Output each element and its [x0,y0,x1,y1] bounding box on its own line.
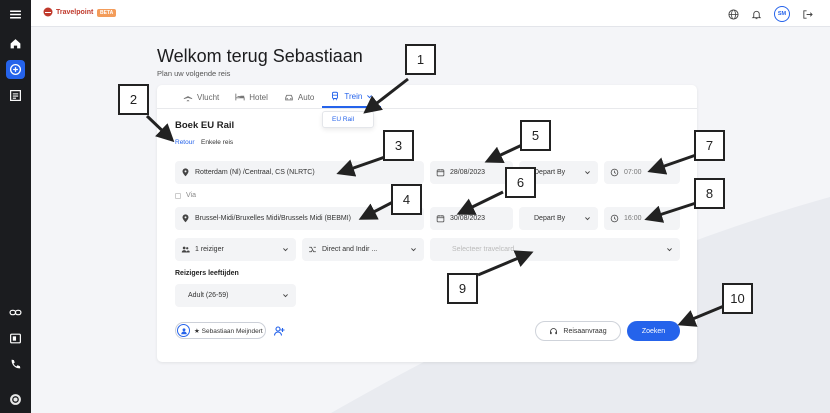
destination-station-input[interactable]: Brussel-Midi/Bruxelles Midi/Brussels Mid… [175,207,424,230]
tab-auto[interactable]: Auto [276,86,322,108]
menu-icon[interactable] [6,5,25,24]
people-icon [181,246,190,253]
clock-icon [610,214,619,223]
train-icon [332,91,339,101]
logo-mark-icon [43,7,53,17]
depart-date-input[interactable]: 28/08/2023 [430,161,513,184]
headset-icon [550,327,558,334]
callout-5: 5 [520,120,551,151]
logout-icon[interactable] [800,7,814,21]
contact-card-icon[interactable] [6,329,25,348]
return-date-value: 30/08/2023 [450,215,486,222]
depart-mode-value: Depart By [534,169,566,176]
return-mode-select[interactable]: Depart By [519,207,598,230]
tab-vlucht[interactable]: Vlucht [175,86,227,108]
travelpoint-logo[interactable]: Travelpoint [43,7,93,17]
brand-icon[interactable] [6,390,25,409]
travellers-value: 1 reiziger [195,246,224,253]
left-sidebar [0,0,31,413]
user-avatar[interactable]: SM [774,6,790,22]
travel-card-placeholder: Selecteer travelcard [452,246,515,253]
top-bar: Travelpoint BETA SM [31,0,830,27]
phone-icon[interactable] [6,355,25,374]
user-icon [177,324,190,337]
traveller-name: ★ Sebastiaan Meijndert [194,327,263,335]
travel-request-button[interactable]: Reisaanvraag [535,321,621,341]
globe-icon[interactable] [726,7,740,21]
chevron-down-icon [411,248,416,252]
calendar-icon [436,215,445,223]
page-subtitle: Plan uw volgende reis [157,69,231,78]
callout-9: 9 [447,273,478,304]
route-type-select[interactable]: Direct and Indir ... [302,238,424,261]
callout-10: 10 [722,283,753,314]
callout-3: 3 [383,130,414,161]
tab-divider [157,108,697,109]
tab-trein[interactable]: Trein [322,86,382,108]
route-type-value: Direct and Indir ... [322,246,378,253]
callout-4: 4 [391,184,422,215]
dropdown-item-eu-rail[interactable]: EU Rail [332,116,354,123]
depart-time-input[interactable]: 07:00 [604,161,680,184]
section-title: Boek EU Rail [175,120,235,131]
location-pin-icon [182,214,189,223]
via-checkbox[interactable] [175,193,181,199]
link-icon[interactable] [6,303,25,322]
calendar-icon [436,169,445,177]
origin-station-input[interactable]: Rotterdam (Nl) /Centraal, CS (NLRTC) [175,161,424,184]
bell-icon[interactable] [749,7,763,21]
search-button[interactable]: Zoeken [627,321,680,341]
callout-7: 7 [694,130,725,161]
traveller-ages-label: Reizigers leeftijden [175,270,239,277]
return-mode-value: Depart By [534,215,566,222]
callout-1: 1 [405,44,436,75]
age-select[interactable]: Adult (26-59) [175,284,296,307]
trip-type-retour[interactable]: Retour [175,139,195,146]
plane-icon [183,92,193,102]
car-icon [285,94,293,101]
tab-label: Trein [344,91,363,101]
chevron-down-icon[interactable] [366,93,373,100]
beta-badge: BETA [97,9,117,17]
chevron-down-icon [585,217,590,221]
return-time-value: 16:00 [624,215,642,222]
travellers-select[interactable]: 1 reiziger [175,238,296,261]
home-icon[interactable] [6,34,25,53]
hotel-icon [235,93,245,101]
route-split-icon [309,246,316,253]
transport-tabs: Vlucht Hotel Auto Trein [175,86,382,108]
return-date-input[interactable]: 30/08/2023 [430,207,513,230]
via-label: Via [186,192,196,199]
trip-type-enkele[interactable]: Enkele reis [201,139,233,146]
origin-station-value: Rotterdam (Nl) /Centraal, CS (NLRTC) [195,169,315,176]
trein-dropdown: EU Rail [322,111,374,128]
tab-label: Hotel [249,92,268,102]
tab-label: Auto [297,92,315,102]
chevron-down-icon [283,248,288,252]
depart-time-value: 07:00 [624,169,642,176]
return-time-input[interactable]: 16:00 [604,207,680,230]
clock-icon [610,168,619,177]
plus-circle-icon[interactable] [6,60,25,79]
callout-6: 6 [505,167,536,198]
depart-date-value: 28/08/2023 [450,169,486,176]
age-value: Adult (26-59) [188,292,229,299]
add-user-icon[interactable] [273,325,285,337]
list-icon[interactable] [6,86,25,105]
chevron-down-icon [667,248,672,252]
logo-text: Travelpoint [56,8,94,16]
tab-label: Vlucht [197,92,220,102]
traveller-chip[interactable]: ★ Sebastiaan Meijndert [175,322,266,339]
location-pin-icon [182,168,189,177]
callout-2: 2 [118,84,149,115]
chevron-down-icon [585,171,590,175]
tab-hotel[interactable]: Hotel [227,86,276,108]
travel-request-label: Reisaanvraag [563,327,607,335]
chevron-down-icon [283,294,288,298]
callout-8: 8 [694,178,725,209]
travel-card-select[interactable]: Selecteer travelcard [430,238,680,261]
page-title: Welkom terug Sebastiaan [157,46,363,66]
destination-station-value: Brussel-Midi/Bruxelles Midi/Brussels Mid… [195,215,351,222]
